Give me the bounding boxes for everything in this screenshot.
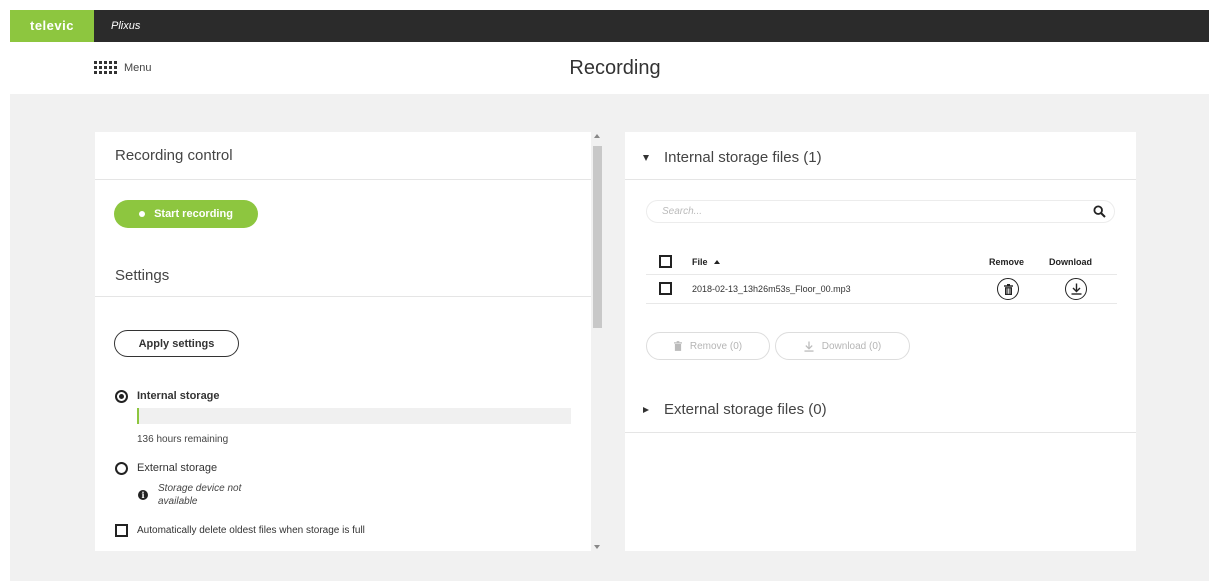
auto-delete-option[interactable]: Automatically delete oldest files when s… — [115, 524, 365, 537]
start-recording-button[interactable]: Start recording — [114, 200, 258, 228]
recording-settings-panel: Recording control Start recording Settin… — [95, 132, 591, 551]
scrollbar-thumb[interactable] — [593, 146, 602, 328]
app-name: Plixus — [111, 20, 141, 32]
search-input[interactable] — [647, 201, 1067, 222]
left-panel-scrollbar[interactable] — [593, 132, 603, 551]
recording-control-title: Recording control — [115, 147, 233, 164]
internal-storage-option[interactable]: Internal storage — [115, 388, 220, 404]
external-storage-option[interactable]: External storage — [115, 460, 217, 476]
divider — [625, 432, 1136, 433]
external-storage-info: i Storage device not available — [138, 482, 268, 508]
sort-ascending-icon — [713, 260, 720, 264]
auto-delete-checkbox[interactable] — [115, 524, 128, 537]
brand-logo[interactable]: televic — [10, 10, 94, 42]
page-header: Menu Recording — [0, 42, 1209, 94]
download-file-button[interactable] — [1065, 278, 1087, 300]
expand-down-icon — [643, 154, 649, 161]
external-storage-files-header[interactable]: External storage files (0) — [643, 401, 827, 418]
download-selected-label: Download (0) — [821, 340, 882, 352]
download-icon — [1071, 283, 1081, 295]
internal-storage-label: Internal storage — [137, 390, 220, 402]
search-box — [646, 200, 1115, 223]
external-storage-label: External storage — [137, 462, 218, 474]
main-content: Recording control Start recording Settin… — [10, 94, 1209, 581]
info-icon: i — [138, 490, 148, 500]
scroll-up-arrow-icon[interactable] — [594, 134, 600, 138]
table-header-row: File Remove Download — [646, 248, 1117, 275]
expand-right-icon — [643, 406, 649, 413]
select-all-checkbox[interactable] — [659, 255, 672, 268]
file-column-header[interactable]: File — [692, 257, 720, 267]
table-row: 2018-02-13_13h26m53s_Floor_00.mp3 — [646, 275, 1117, 304]
divider — [625, 179, 1136, 180]
trash-icon — [1003, 283, 1013, 295]
settings-title: Settings — [115, 267, 170, 284]
internal-storage-files-header[interactable]: Internal storage files (1) — [643, 149, 822, 166]
remove-selected-label: Remove (0) — [689, 340, 743, 352]
file-name: 2018-02-13_13h26m53s_Floor_00.mp3 — [692, 284, 851, 294]
files-table: File Remove Download 2018-02-13_13h26m53… — [646, 248, 1117, 304]
apply-settings-button[interactable]: Apply settings — [114, 330, 239, 357]
row-checkbox[interactable] — [659, 282, 672, 295]
auto-delete-label: Automatically delete oldest files when s… — [137, 525, 365, 536]
remove-column-header: Remove — [989, 257, 1025, 267]
download-selected-button[interactable]: Download (0) — [775, 332, 910, 360]
trash-icon — [673, 341, 682, 351]
top-bar-inner: televic Plixus — [10, 10, 1209, 42]
record-dot-icon — [139, 211, 146, 217]
scroll-down-arrow-icon[interactable] — [594, 545, 600, 549]
start-recording-label: Start recording — [154, 208, 233, 220]
external-storage-files-title: External storage files (0) — [664, 401, 827, 418]
storage-usage-fill — [137, 408, 139, 424]
search-icon[interactable] — [1093, 205, 1106, 218]
remove-selected-button[interactable]: Remove (0) — [646, 332, 770, 360]
storage-files-panel: Internal storage files (1) File Remove D… — [625, 132, 1136, 551]
top-bar: televic Plixus — [0, 0, 1209, 42]
download-icon — [804, 341, 814, 352]
remaining-time-text: 136 hours remaining — [137, 434, 229, 445]
download-column-header: Download — [1049, 257, 1092, 267]
remove-file-button[interactable] — [997, 278, 1019, 300]
internal-storage-radio[interactable] — [115, 389, 128, 403]
external-storage-info-text: Storage device not available — [158, 483, 242, 507]
internal-storage-files-title: Internal storage files (1) — [664, 149, 822, 166]
external-storage-radio[interactable] — [115, 461, 128, 475]
storage-usage-bar — [137, 408, 571, 424]
divider — [95, 296, 591, 297]
divider — [95, 179, 591, 180]
page-title: Recording — [569, 57, 661, 79]
